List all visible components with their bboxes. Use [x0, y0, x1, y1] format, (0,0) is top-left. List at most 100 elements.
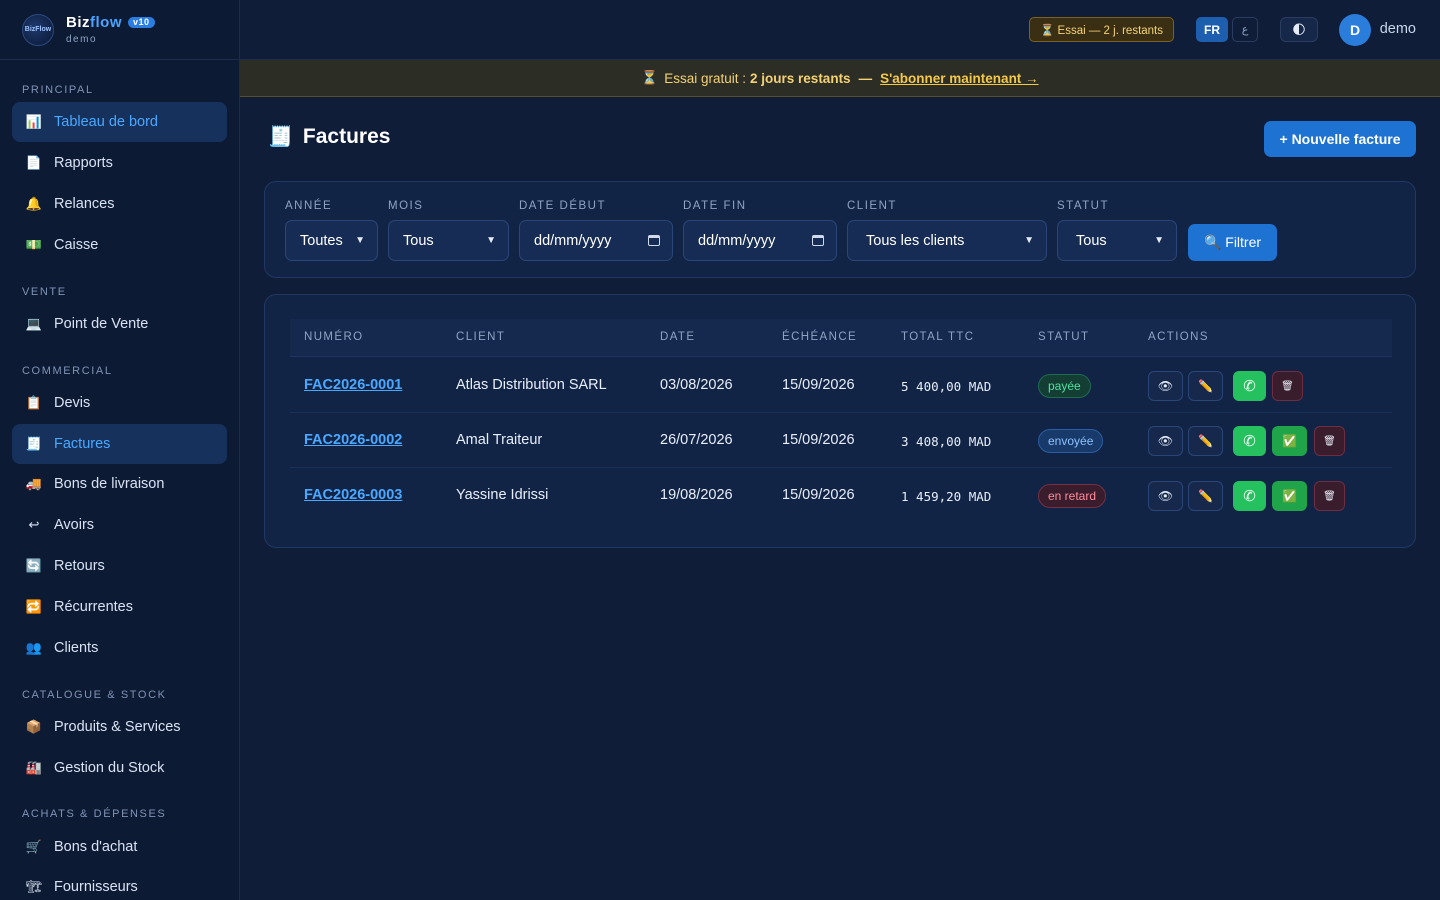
column-header-actions: ACTIONS [1148, 331, 1209, 343]
invoice-client: Yassine Idrissi [456, 487, 549, 503]
sidebar-item-label: Factures [54, 436, 111, 452]
mark-paid-button[interactable]: ✅ [1272, 426, 1307, 456]
invoice-due-date: 15/09/2026 [782, 377, 855, 393]
column-header-status[interactable]: STATUT [1038, 331, 1089, 343]
view-button[interactable]: 👁 [1148, 426, 1183, 456]
truck-icon: 🚚 [25, 476, 43, 491]
mark-paid-button[interactable]: ✅ [1272, 481, 1307, 511]
edit-button[interactable]: ✏️ [1188, 426, 1223, 456]
trial-status-pill[interactable]: ⏳ Essai — 2 j. restants [1029, 17, 1174, 42]
table-row: FAC2026-0002 Amal Traiteur 26/07/2026 15… [290, 413, 1392, 468]
status-badge: payée [1038, 374, 1091, 398]
check-icon: ✅ [1282, 489, 1297, 503]
pencil-icon: ✏️ [1198, 379, 1213, 393]
calendar-icon[interactable] [812, 235, 824, 246]
invoice-client: Amal Traiteur [456, 432, 543, 448]
supplier-icon: 🏗 [25, 879, 43, 894]
sidebar-item-reports[interactable]: 📄 Rapports [12, 143, 227, 183]
sidebar-item-cash[interactable]: 💵 Caisse [12, 225, 227, 265]
filter-button[interactable]: 🔍 Filtrer [1188, 224, 1277, 261]
language-ar-button[interactable]: ع [1232, 17, 1258, 42]
sidebar-item-returns[interactable]: 🔄 Retours [12, 546, 227, 586]
invoice-date: 03/08/2026 [660, 377, 733, 393]
sidebar: BizFlow Bizflow v10 demo PRINCIPAL 📊 Tabl… [0, 0, 240, 900]
column-header-client[interactable]: CLIENT [456, 331, 505, 343]
whatsapp-icon: ✆ [1243, 433, 1256, 450]
theme-toggle-button[interactable]: 🌓 [1280, 17, 1318, 42]
brand-name: Bizflow v10 [66, 15, 155, 30]
view-button[interactable]: 👁 [1148, 371, 1183, 401]
view-button[interactable]: 👁 [1148, 481, 1183, 511]
calendar-icon[interactable] [648, 235, 660, 246]
column-header-due-date[interactable]: ÉCHÉANCE [782, 331, 857, 343]
sidebar-item-delivery-notes[interactable]: 🚚 Bons de livraison [12, 464, 227, 504]
edit-button[interactable]: ✏️ [1188, 481, 1223, 511]
sidebar-item-label: Clients [54, 640, 99, 656]
workspace-name: demo [66, 33, 98, 45]
chart-icon: 📊 [25, 114, 43, 129]
table-row: FAC2026-0003 Yassine Idrissi 19/08/2026 … [290, 468, 1392, 523]
section-vente: VENTE [22, 286, 67, 298]
whatsapp-button[interactable]: ✆ [1233, 426, 1266, 456]
delete-button[interactable]: 🗑 [1314, 426, 1345, 456]
sidebar-item-pos[interactable]: 💻 Point de Vente [12, 304, 227, 344]
return-arrow-icon: ↩ [28, 517, 40, 532]
trash-icon: 🗑 [1323, 435, 1336, 447]
subscribe-link[interactable]: S'abonner maintenant → [880, 71, 1038, 86]
status-badge: envoyée [1038, 429, 1104, 453]
filter-month-label: MOIS [388, 200, 424, 212]
user-name[interactable]: demo [1380, 21, 1416, 37]
language-fr-button[interactable]: FR [1196, 17, 1228, 42]
filter-end-date-input[interactable]: dd/mm/yyyy [683, 220, 837, 261]
whatsapp-icon: ✆ [1243, 488, 1256, 505]
invoice-date: 26/07/2026 [660, 432, 733, 448]
filter-month-value: Tous [403, 232, 434, 249]
sidebar-item-suppliers[interactable]: 🏗 Fournisseurs [12, 860, 227, 900]
sidebar-item-label: Relances [54, 196, 115, 212]
invoice-number-link[interactable]: FAC2026-0003 [304, 487, 402, 503]
sidebar-item-label: Tableau de bord [54, 114, 158, 130]
filter-status-label: STATUT [1057, 200, 1110, 212]
repeat-icon: 🔁 [25, 599, 43, 614]
whatsapp-button[interactable]: ✆ [1233, 481, 1266, 511]
avatar[interactable]: D [1339, 14, 1371, 46]
trash-icon: 🗑 [1281, 380, 1294, 392]
filter-client-select[interactable]: Tous les clients ▼ [847, 220, 1047, 261]
sidebar-item-stock[interactable]: 🏭 Gestion du Stock [12, 748, 227, 788]
eye-icon: 👁 [1157, 434, 1174, 448]
sidebar-item-recurring[interactable]: 🔁 Récurrentes [12, 587, 227, 627]
filter-status-select[interactable]: Tous ▼ [1057, 220, 1177, 261]
filter-start-date-label: DATE DÉBUT [519, 200, 606, 212]
edit-button[interactable]: ✏️ [1188, 371, 1223, 401]
delete-button[interactable]: 🗑 [1272, 371, 1303, 401]
column-header-total[interactable]: TOTAL TTC [901, 331, 975, 343]
cash-icon: 💵 [25, 237, 43, 252]
pencil-icon: ✏️ [1198, 434, 1213, 448]
sidebar-item-label: Caisse [54, 237, 99, 253]
sidebar-item-credit-notes[interactable]: ↩ Avoirs [12, 505, 227, 545]
column-header-date[interactable]: DATE [660, 331, 695, 343]
invoice-number-link[interactable]: FAC2026-0002 [304, 432, 402, 448]
sidebar-item-reminders[interactable]: 🔔 Relances [12, 184, 227, 224]
users-icon: 👥 [25, 640, 43, 655]
invoice-number-link[interactable]: FAC2026-0001 [304, 377, 402, 393]
new-invoice-button[interactable]: + Nouvelle facture [1264, 121, 1416, 157]
filter-start-date-input[interactable]: dd/mm/yyyy [519, 220, 673, 261]
invoices-table: NUMÉRO CLIENT DATE ÉCHÉANCE TOTAL TTC ST… [264, 294, 1416, 548]
brand[interactable]: BizFlow Bizflow v10 demo [0, 0, 239, 60]
sidebar-item-invoices[interactable]: 🧾 Factures [12, 424, 227, 464]
sidebar-item-label: Bons d'achat [54, 839, 138, 855]
filter-year-select[interactable]: Toutes ▼ [285, 220, 378, 261]
filter-month-select[interactable]: Tous ▼ [388, 220, 509, 261]
sidebar-item-label: Récurrentes [54, 599, 133, 615]
filter-end-date-label: DATE FIN [683, 200, 747, 212]
sidebar-item-quotes[interactable]: 📋 Devis [12, 383, 227, 423]
sidebar-item-products[interactable]: 📦 Produits & Services [12, 707, 227, 747]
sidebar-item-label: Fournisseurs [54, 879, 138, 895]
eye-icon: 👁 [1157, 379, 1174, 393]
column-header-number[interactable]: NUMÉRO [304, 331, 364, 343]
delete-button[interactable]: 🗑 [1314, 481, 1345, 511]
whatsapp-button[interactable]: ✆ [1233, 371, 1266, 401]
sidebar-item-dashboard[interactable]: 📊 Tableau de bord [12, 102, 227, 142]
sidebar-item-clients[interactable]: 👥 Clients [12, 628, 227, 668]
